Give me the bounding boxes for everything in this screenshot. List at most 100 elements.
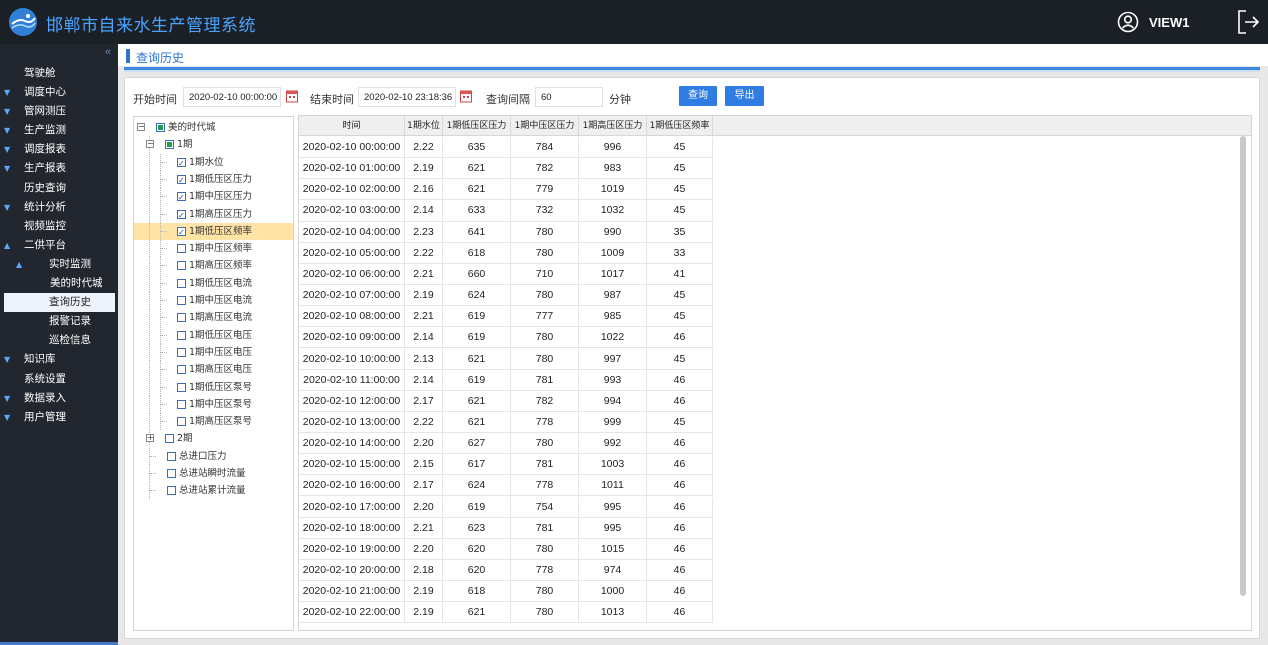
tree-checkbox[interactable] bbox=[156, 123, 165, 132]
table-row[interactable]: 2020-02-10 11:00:00 2.14 619 781 993 46 bbox=[299, 369, 713, 391]
sidebar-item[interactable]: ▼ 用户管理 bbox=[0, 408, 118, 427]
tree-checkbox[interactable] bbox=[177, 382, 186, 392]
tree-node[interactable]: 1期高压区泵号 bbox=[134, 413, 293, 431]
table-row[interactable]: 2020-02-10 01:00:00 2.19 621 782 983 45 bbox=[299, 158, 713, 180]
sidebar-item[interactable]: ▼ 统计分析 bbox=[0, 198, 118, 217]
table-row[interactable]: 2020-02-10 10:00:00 2.13 621 780 997 45 bbox=[299, 348, 713, 370]
sidebar-item[interactable]: ▼ 生产报表 bbox=[0, 159, 118, 178]
tree-node[interactable]: 1期低压区频率 bbox=[134, 222, 293, 241]
table-row[interactable]: 2020-02-10 04:00:00 2.23 641 780 990 35 bbox=[299, 221, 713, 243]
tree-node[interactable]: 1期中压区压力 bbox=[134, 188, 293, 206]
tree-checkbox[interactable] bbox=[177, 296, 186, 305]
tree-checkbox[interactable] bbox=[167, 451, 176, 461]
query-button[interactable]: 查询 bbox=[679, 86, 717, 106]
table-row[interactable]: 2020-02-10 15:00:00 2.15 617 781 1003 46 bbox=[299, 454, 713, 476]
tree-node[interactable]: 1期中压区电压 bbox=[134, 343, 293, 361]
sidebar-item[interactable]: 巡检信息 bbox=[0, 331, 118, 350]
tree-node[interactable]: − 美的时代城 bbox=[134, 119, 293, 136]
tree-node[interactable]: 总进口压力 bbox=[134, 447, 293, 465]
tree-checkbox[interactable] bbox=[165, 434, 174, 444]
interval-input[interactable]: 60 bbox=[535, 87, 603, 107]
collapse-sidebar-button[interactable]: « bbox=[105, 46, 111, 58]
tree-node[interactable]: 1期高压区电流 bbox=[134, 309, 293, 327]
tree-node[interactable]: 1期中压区电流 bbox=[134, 292, 293, 309]
tree-checkbox[interactable] bbox=[177, 330, 186, 340]
sidebar-item[interactable]: 美的时代城 bbox=[0, 274, 118, 293]
table-scrollbar[interactable] bbox=[1240, 136, 1246, 596]
table-row[interactable]: 2020-02-10 19:00:00 2.20 620 780 1015 46 bbox=[299, 538, 713, 560]
column-header[interactable]: 1期水位 bbox=[405, 116, 443, 136]
logout-icon[interactable] bbox=[1236, 9, 1260, 35]
end-time-input[interactable]: 2020-02-10 23:18:36 bbox=[358, 87, 456, 107]
expand-icon[interactable]: + bbox=[146, 434, 154, 443]
table-row[interactable]: 2020-02-10 13:00:00 2.22 621 778 999 45 bbox=[299, 411, 713, 434]
table-row[interactable]: 2020-02-10 00:00:00 2.22 635 784 996 45 bbox=[299, 137, 713, 159]
tree-node[interactable]: 1期低压区压力 bbox=[134, 170, 293, 189]
end-calendar-icon[interactable] bbox=[460, 89, 472, 103]
tree-checkbox[interactable] bbox=[177, 224, 186, 241]
table-row[interactable]: 2020-02-10 22:00:00 2.19 621 780 1013 46 bbox=[299, 602, 713, 624]
tree-node[interactable]: 1期高压区压力 bbox=[134, 205, 293, 224]
tree-checkbox[interactable] bbox=[165, 140, 174, 150]
column-header[interactable]: 1期中压区压力 bbox=[511, 116, 579, 136]
tree-node[interactable]: 总进站累计流量 bbox=[134, 482, 293, 500]
table-row[interactable]: 2020-02-10 06:00:00 2.21 660 710 1017 41 bbox=[299, 263, 713, 285]
column-header[interactable]: 1期低压区压力 bbox=[443, 116, 511, 136]
start-calendar-icon[interactable] bbox=[286, 89, 298, 103]
tree-checkbox[interactable] bbox=[177, 172, 186, 189]
table-row[interactable]: 2020-02-10 08:00:00 2.21 619 777 985 45 bbox=[299, 306, 713, 328]
tree-node[interactable]: 1期高压区电压 bbox=[134, 361, 293, 379]
sidebar-item[interactable]: ▼ 知识库 bbox=[0, 350, 118, 369]
sidebar-item[interactable]: ▼ 生产监测 bbox=[0, 121, 118, 140]
column-header[interactable]: 1期低压区频率 bbox=[647, 116, 713, 136]
tree-checkbox[interactable] bbox=[177, 313, 186, 323]
table-row[interactable]: 2020-02-10 17:00:00 2.20 619 754 995 46 bbox=[299, 496, 713, 518]
sidebar-item[interactable]: ▼ 数据录入 bbox=[0, 389, 118, 408]
sidebar-item[interactable]: 系统设置 bbox=[0, 370, 118, 389]
tree-node[interactable]: 1期中压区泵号 bbox=[134, 395, 293, 413]
export-button[interactable]: 导出 bbox=[725, 86, 764, 106]
sidebar-item[interactable]: ▼ 调度中心 bbox=[0, 83, 118, 102]
tree-node[interactable]: 1期低压区泵号 bbox=[134, 378, 293, 396]
tree-checkbox[interactable] bbox=[177, 399, 186, 409]
tree-checkbox[interactable] bbox=[177, 155, 186, 172]
sidebar-item[interactable]: ▼ 管网测压 bbox=[0, 102, 118, 121]
tree-node[interactable]: − 1期 bbox=[134, 136, 293, 154]
sidebar-item[interactable]: ▲ 二供平台 bbox=[0, 236, 118, 255]
column-header[interactable]: 时间 bbox=[299, 116, 405, 136]
tree-checkbox[interactable] bbox=[177, 244, 186, 254]
tree-checkbox[interactable] bbox=[177, 365, 186, 375]
table-row[interactable]: 2020-02-10 16:00:00 2.17 624 778 1011 46 bbox=[299, 475, 713, 497]
tree-checkbox[interactable] bbox=[177, 207, 186, 224]
tree-checkbox[interactable] bbox=[177, 417, 186, 427]
sidebar-item[interactable]: 视频监控 bbox=[0, 217, 118, 236]
sidebar-item[interactable]: 历史查询 bbox=[0, 179, 118, 198]
tree-node[interactable]: 总进站瞬时流量 bbox=[134, 465, 293, 482]
tree-node[interactable]: +2期 bbox=[134, 430, 293, 448]
tree-checkbox[interactable] bbox=[177, 261, 186, 271]
tree-node[interactable]: 1期水位 bbox=[134, 153, 293, 172]
table-row[interactable]: 2020-02-10 09:00:00 2.14 619 780 1022 46 bbox=[299, 327, 713, 349]
tree-node[interactable]: 1期中压区频率 bbox=[134, 240, 293, 258]
table-row[interactable]: 2020-02-10 21:00:00 2.19 618 780 1000 46 bbox=[299, 581, 713, 603]
sidebar-item[interactable]: ▼ 调度报表 bbox=[0, 140, 118, 159]
sidebar-item[interactable]: 驾驶舱 bbox=[0, 64, 118, 83]
table-row[interactable]: 2020-02-10 12:00:00 2.17 621 782 994 46 bbox=[299, 390, 713, 412]
table-row[interactable]: 2020-02-10 18:00:00 2.21 623 781 995 46 bbox=[299, 517, 713, 539]
collapse-icon[interactable]: − bbox=[137, 123, 145, 131]
column-header[interactable]: 1期高压区压力 bbox=[579, 116, 647, 136]
sidebar-item[interactable]: 报警记录 bbox=[0, 312, 118, 331]
tree-node[interactable]: 1期高压区频率 bbox=[134, 257, 293, 275]
table-row[interactable]: 2020-02-10 02:00:00 2.16 621 779 1019 45 bbox=[299, 179, 713, 201]
sidebar-item[interactable]: ▲ 实时监测 bbox=[0, 255, 118, 274]
table-row[interactable]: 2020-02-10 03:00:00 2.14 633 732 1032 45 bbox=[299, 200, 713, 222]
sidebar-item[interactable]: 查询历史 bbox=[4, 293, 115, 313]
user-menu[interactable]: VIEW1 bbox=[1117, 10, 1189, 34]
table-row[interactable]: 2020-02-10 07:00:00 2.19 624 780 987 45 bbox=[299, 285, 713, 307]
table-row[interactable]: 2020-02-10 05:00:00 2.22 618 780 1009 33 bbox=[299, 242, 713, 264]
tree-checkbox[interactable] bbox=[177, 347, 186, 357]
start-time-input[interactable]: 2020-02-10 00:00:00 bbox=[183, 87, 281, 107]
tree-checkbox[interactable] bbox=[177, 278, 186, 288]
table-row[interactable]: 2020-02-10 20:00:00 2.18 620 778 974 46 bbox=[299, 560, 713, 582]
table-row[interactable]: 2020-02-10 14:00:00 2.20 627 780 992 46 bbox=[299, 433, 713, 455]
